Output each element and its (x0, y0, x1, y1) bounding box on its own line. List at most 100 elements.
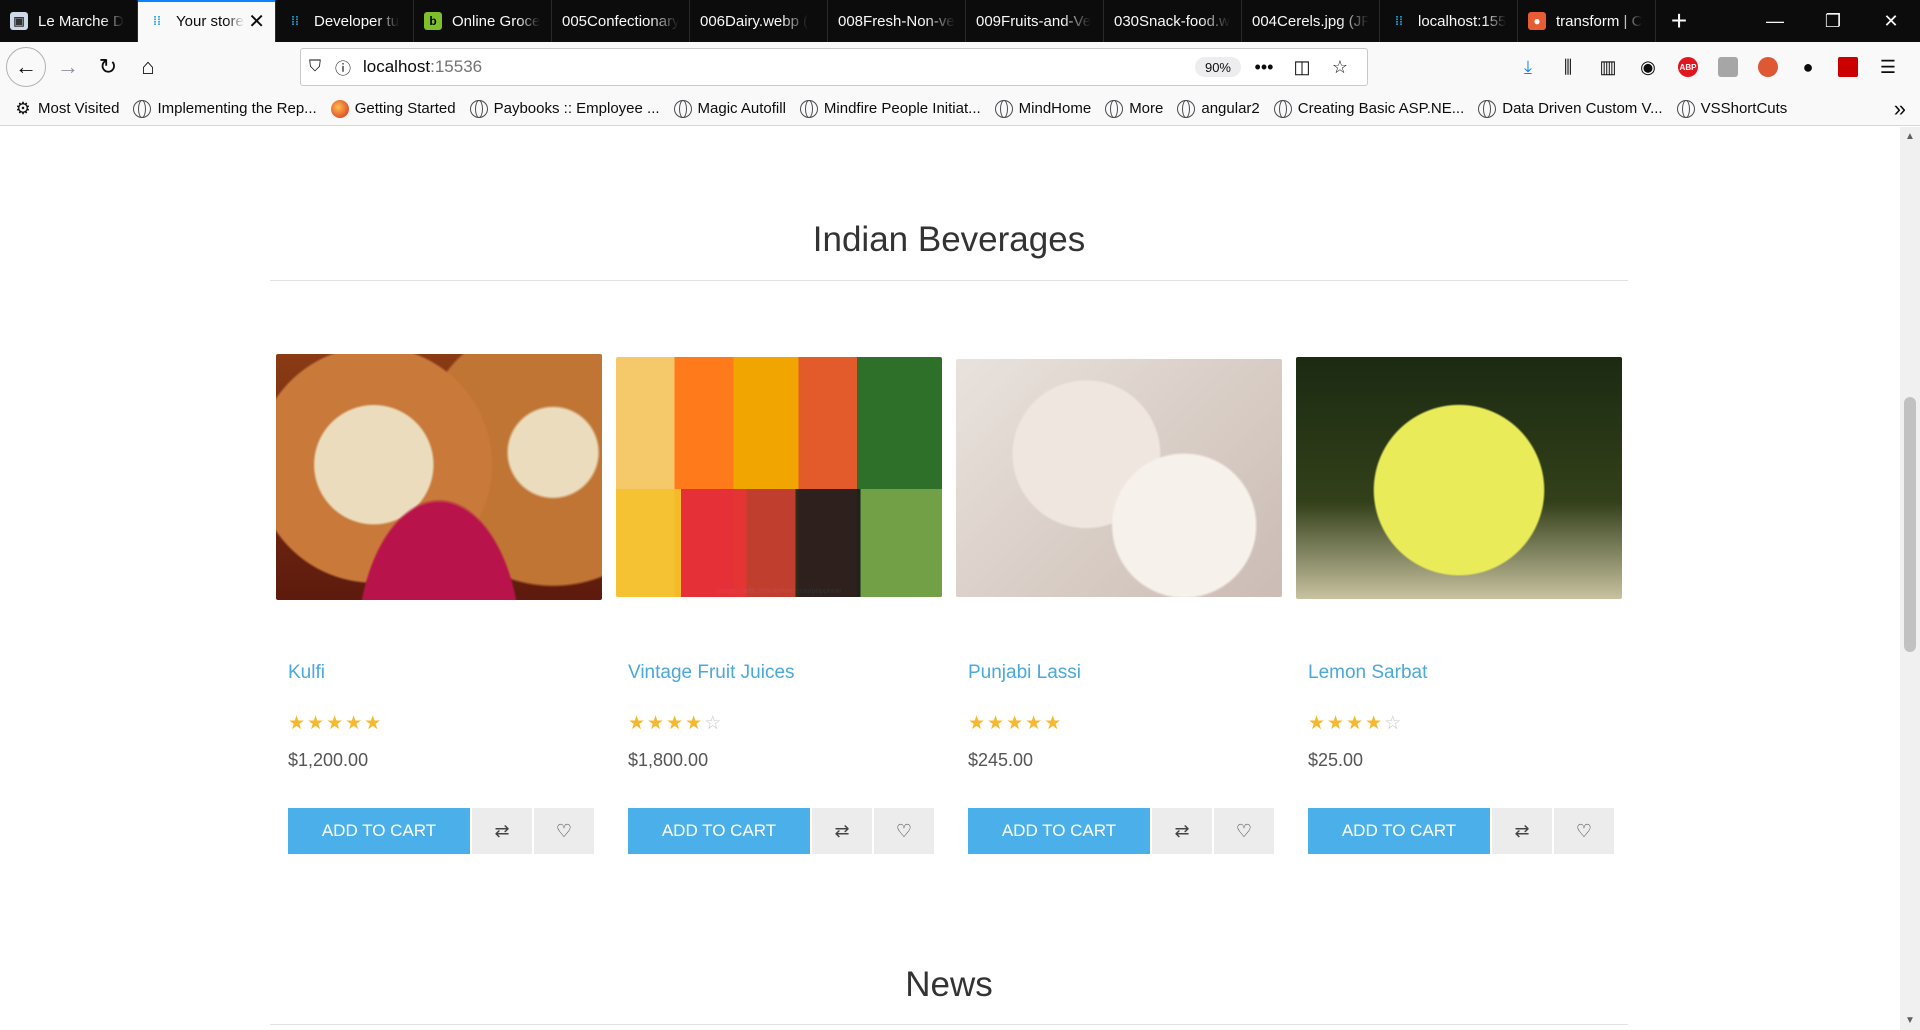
product-name[interactable]: Kulfi (288, 662, 325, 684)
tab-title: 009Fruits-and-Ve (976, 12, 1092, 30)
bookmark-item[interactable]: Mindfire People Initiat... (799, 99, 981, 118)
window-controls: — ❐ ✕ (1746, 0, 1920, 42)
compare-icon[interactable]: ⇄ (1152, 808, 1212, 854)
product-name[interactable]: Vintage Fruit Juices (628, 662, 795, 684)
extension-icon[interactable] (1708, 42, 1748, 92)
product-image[interactable] (1296, 357, 1622, 599)
url-bar[interactable]: ⛉ ⓘ localhost:15536 90% ••• ◫ ☆ (300, 48, 1368, 86)
bookmark-item[interactable]: Creating Basic ASP.NE... (1273, 99, 1465, 118)
product-image[interactable] (276, 354, 602, 600)
star-icon: ★ (1365, 713, 1383, 734)
tab-transform[interactable]: ● transform | C (1518, 0, 1656, 42)
compare-icon[interactable]: ⇄ (1492, 808, 1552, 854)
add-to-cart-button[interactable]: ADD TO CART (968, 808, 1150, 854)
compare-icon[interactable]: ⇄ (812, 808, 872, 854)
tab-online-grocery[interactable]: b Online Groce (414, 0, 552, 42)
forward-button[interactable]: → (50, 49, 86, 85)
product-actions: ADD TO CART ⇄ ♡ (968, 808, 1274, 854)
scroll-up-icon[interactable]: ▲ (1900, 131, 1920, 142)
info-icon[interactable]: ⓘ (329, 55, 357, 79)
product-name[interactable]: Punjabi Lassi (968, 662, 1081, 684)
grid-icon: ⁞⁞ (1395, 14, 1403, 28)
tab-fruits-veg[interactable]: 009Fruits-and-Ve (966, 0, 1104, 42)
product-actions: ADD TO CART ⇄ ♡ (1308, 808, 1614, 854)
product-image[interactable]: Image credit: istockphoto.com/pilipphoto (616, 357, 942, 597)
extension-dots-icon[interactable]: ● (1788, 42, 1828, 92)
globe-icon (799, 99, 818, 118)
tab-your-store[interactable]: ⁞⁞ Your store ✕ (138, 0, 276, 42)
bookmark-item[interactable]: angular2 (1177, 99, 1260, 118)
star-icon: ★ (288, 713, 306, 734)
home-button[interactable]: ⌂ (130, 49, 166, 85)
pocket-icon[interactable]: ◫ (1283, 57, 1321, 78)
bookmark-item[interactable]: Data Driven Custom V... (1478, 99, 1663, 118)
wishlist-heart-icon[interactable]: ♡ (874, 808, 934, 854)
bookmark-item[interactable]: MindHome (994, 99, 1091, 118)
star-icon: ★ (1006, 713, 1024, 734)
star-icon: ★ (1327, 713, 1345, 734)
page-scrollbar[interactable]: ▲ ▼ (1900, 127, 1920, 1030)
wishlist-heart-icon[interactable]: ♡ (534, 808, 594, 854)
download-icon[interactable]: ⤓ (1508, 42, 1548, 92)
scroll-down-icon[interactable]: ▼ (1900, 1015, 1920, 1026)
bookmark-item[interactable]: Paybooks :: Employee ... (469, 99, 660, 118)
scrollbar-thumb[interactable] (1904, 397, 1916, 652)
menu-icon[interactable]: ☰ (1868, 42, 1908, 92)
close-window-button[interactable]: ✕ (1862, 0, 1920, 42)
add-to-cart-button[interactable]: ADD TO CART (628, 808, 810, 854)
reload-button[interactable]: ↻ (90, 49, 126, 85)
tab-developer[interactable]: ⁞⁞ Developer tu (276, 0, 414, 42)
sidebar-icon[interactable]: ▥ (1588, 42, 1628, 92)
wishlist-heart-icon[interactable]: ♡ (1554, 808, 1614, 854)
globe-icon (1177, 99, 1196, 118)
shield-icon[interactable]: ⛉ (301, 58, 329, 76)
bookmark-item[interactable]: Implementing the Rep... (133, 99, 317, 118)
wishlist-heart-icon[interactable]: ♡ (1214, 808, 1274, 854)
bookmark-item[interactable]: VSShortCuts (1676, 99, 1787, 118)
adblock-icon[interactable]: ABP (1668, 42, 1708, 92)
minimize-button[interactable]: — (1746, 0, 1804, 42)
star-icon: ★ (647, 713, 665, 734)
product-actions: ADD TO CART ⇄ ♡ (628, 808, 934, 854)
back-button[interactable]: ← (6, 47, 46, 87)
compare-icon[interactable]: ⇄ (472, 808, 532, 854)
add-to-cart-button[interactable]: ADD TO CART (1308, 808, 1490, 854)
star-icon: ★ (307, 713, 325, 734)
add-to-cart-button[interactable]: ADD TO CART (288, 808, 470, 854)
bookmark-label: Creating Basic ASP.NE... (1297, 100, 1465, 117)
bookmark-most-visited[interactable]: ⚙ Most Visited (14, 99, 119, 118)
tab-fresh-non-veg[interactable]: 008Fresh-Non-ve (828, 0, 966, 42)
product-name[interactable]: Lemon Sarbat (1308, 662, 1427, 684)
bigbasket-icon: b (424, 12, 442, 30)
toolbar-icons: ⤓ ⫼ ▥ ◉ ABP ● ☰ (1508, 42, 1908, 92)
bookmark-star-icon[interactable]: ☆ (1321, 57, 1359, 78)
star-empty-icon: ☆ (1384, 713, 1402, 734)
tab-cereals[interactable]: 004Cerels.jpg (JP (1242, 0, 1380, 42)
tab-confectionary[interactable]: 005Confectionary (552, 0, 690, 42)
tab-le-marche[interactable]: ▣ Le Marche D (0, 0, 138, 42)
duckduckgo-icon[interactable] (1748, 42, 1788, 92)
account-icon[interactable]: ◉ (1628, 42, 1668, 92)
library-icon[interactable]: ⫼ (1548, 42, 1588, 92)
news-section-title: News (905, 965, 993, 1004)
zoom-badge[interactable]: 90% (1194, 57, 1241, 77)
firefox-icon: ● (1528, 12, 1546, 30)
bookmark-item[interactable]: Magic Autofill (673, 99, 786, 118)
globe-icon (1478, 99, 1497, 118)
tab-snack-food[interactable]: 030Snack-food.w (1104, 0, 1242, 42)
tab-localhost[interactable]: ⁞⁞ localhost:155 (1380, 0, 1518, 42)
more-actions-icon[interactable]: ••• (1245, 57, 1283, 78)
pdf-icon[interactable] (1828, 42, 1868, 92)
bookmark-item[interactable]: More (1105, 99, 1163, 118)
pdf-badge-icon (1838, 57, 1858, 77)
url-text[interactable]: localhost:15536 (363, 57, 482, 77)
product-image[interactable] (956, 359, 1282, 597)
chevron-right-icon[interactable]: » (1894, 96, 1906, 122)
new-tab-button[interactable]: + (1656, 0, 1702, 42)
tab-dairy[interactable]: 006Dairy.webp ( (690, 0, 828, 42)
star-icon: ★ (345, 713, 363, 734)
page-icon: ▣ (10, 12, 28, 30)
restore-button[interactable]: ❐ (1804, 0, 1862, 42)
bookmark-item[interactable]: Getting Started (330, 99, 456, 118)
close-icon[interactable]: ✕ (244, 9, 265, 34)
